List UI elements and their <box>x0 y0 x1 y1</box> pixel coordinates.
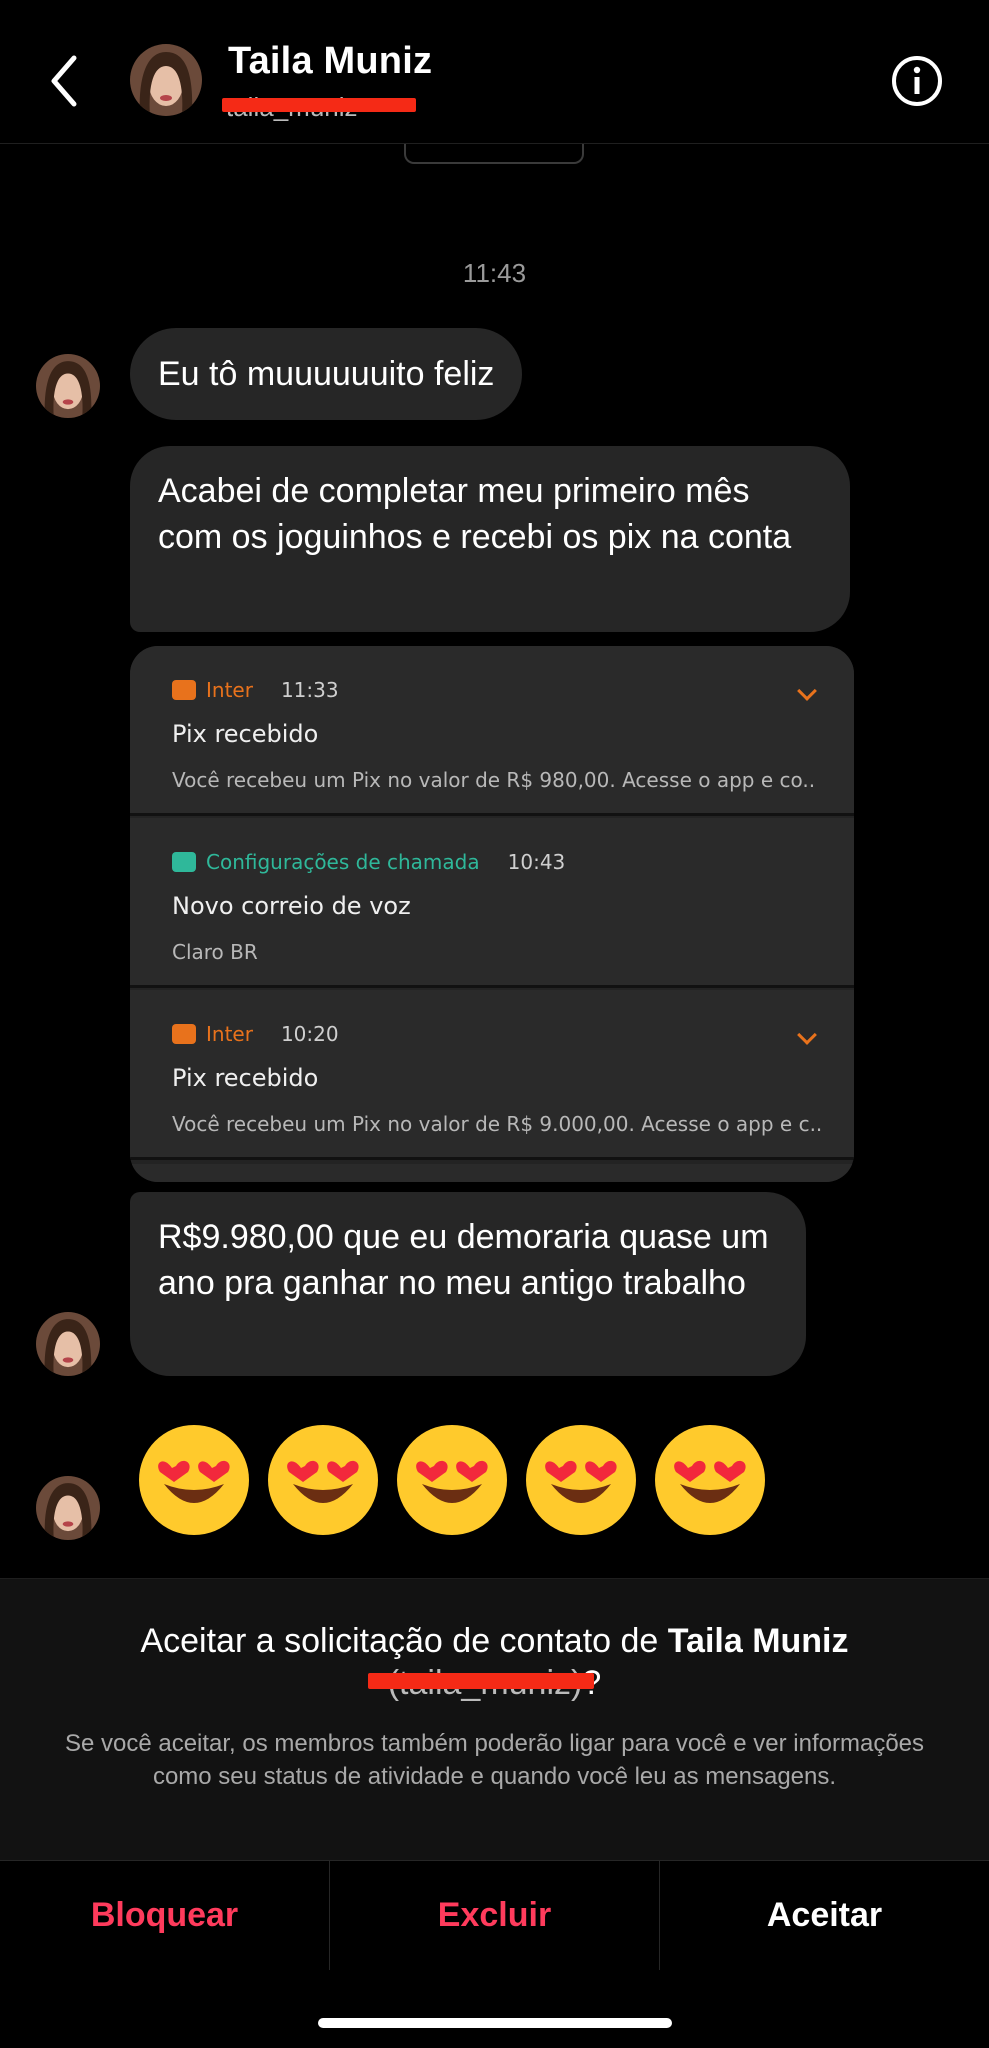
avatar[interactable] <box>130 44 202 116</box>
message-bubble[interactable]: Eu tô muuuuuuito feliz <box>130 328 523 420</box>
chevron-left-icon[interactable] <box>42 46 92 116</box>
notification-app: Inter <box>206 1022 253 1046</box>
notification-time: 10:20 <box>280 1022 339 1046</box>
info-icon[interactable] <box>890 54 944 108</box>
redaction-mark <box>222 98 416 112</box>
avatar[interactable] <box>36 1312 100 1376</box>
avatar[interactable] <box>36 354 100 418</box>
chevron-down-icon <box>797 1025 817 1045</box>
contact-request-panel: Aceitar a solicitação de contato de Tail… <box>0 1578 989 1860</box>
redaction-mark <box>368 1673 594 1689</box>
notification-card: Inter 10:20 Pix recebido Você recebeu um… <box>130 990 854 1160</box>
message-bubble[interactable]: Acabei de completar meu primeiro mês com… <box>130 446 850 632</box>
call-settings-icon <box>172 852 196 872</box>
notification-title: Pix recebido <box>172 720 319 748</box>
request-title: Aceitar a solicitação de contato de Tail… <box>0 1619 989 1663</box>
notification-title: Pix recebido <box>172 1064 319 1092</box>
request-prefix: Aceitar a solicitação de contato de <box>140 1622 668 1660</box>
heart-eyes-emoji-icon[interactable] <box>136 1422 252 1538</box>
request-description: Se você aceitar, os membros também poder… <box>64 1730 925 1790</box>
notification-time: 10:43 <box>507 850 566 874</box>
notification-body: Claro BR <box>172 940 258 964</box>
request-actions: Bloquear Excluir Aceitar <box>0 1860 989 1970</box>
inter-app-icon <box>172 680 196 700</box>
home-indicator[interactable] <box>318 2018 672 2028</box>
notification-card-edge <box>130 1164 854 1182</box>
heart-eyes-emoji-icon[interactable] <box>652 1422 768 1538</box>
inter-app-icon <box>172 1024 196 1044</box>
delete-button[interactable]: Excluir <box>330 1861 660 1970</box>
notification-card: Inter 11:33 Pix recebido Você recebeu um… <box>130 646 854 816</box>
heart-eyes-emoji-icon[interactable] <box>265 1422 381 1538</box>
chat-header: Taila Muniz taila_muniz <box>0 0 989 144</box>
chevron-down-icon <box>797 681 817 701</box>
notification-body: Você recebeu um Pix no valor de R$ 980,0… <box>172 768 816 792</box>
image-attachment[interactable]: Inter 11:33 Pix recebido Você recebeu um… <box>130 646 854 1182</box>
request-name: Taila Muniz <box>667 1622 849 1660</box>
heart-eyes-emoji-icon[interactable] <box>394 1422 510 1538</box>
notification-body: Você recebeu um Pix no valor de R$ 9.000… <box>172 1112 823 1136</box>
avatar[interactable] <box>36 1476 100 1540</box>
notification-title: Novo correio de voz <box>172 892 411 920</box>
notification-card: Configurações de chamada 10:43 Novo corr… <box>130 818 854 988</box>
notification-app: Inter <box>206 678 253 702</box>
message-timestamp: 11:43 <box>462 258 527 288</box>
heart-eyes-emoji-icon[interactable] <box>523 1422 639 1538</box>
block-button[interactable]: Bloquear <box>0 1861 330 1970</box>
notification-app: Configurações de chamada <box>206 850 480 874</box>
notification-time: 11:33 <box>280 678 339 702</box>
contact-name[interactable]: Taila Muniz <box>228 40 432 83</box>
accept-button[interactable]: Aceitar <box>660 1861 989 1970</box>
message-bubble[interactable]: R$9.980,00 que eu demoraria quase um ano… <box>130 1192 806 1376</box>
